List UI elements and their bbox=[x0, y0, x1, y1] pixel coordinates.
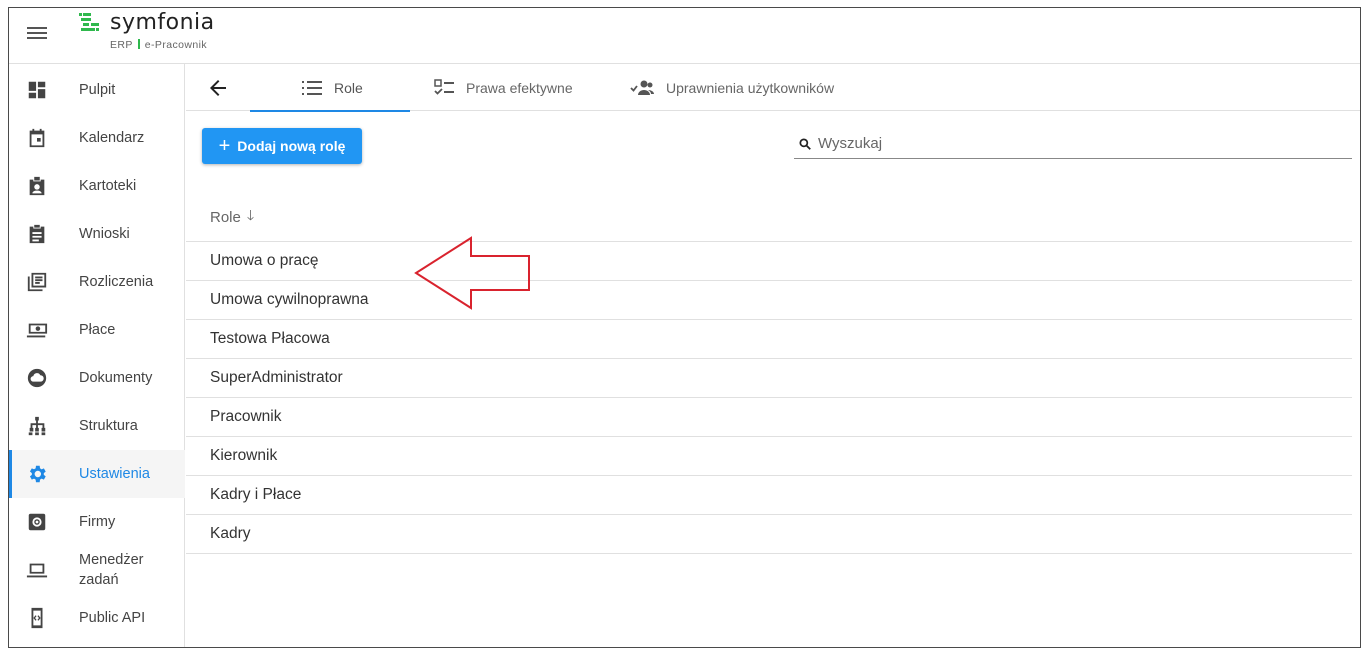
sidebar-item-kartoteki[interactable]: Kartoteki bbox=[9, 162, 185, 210]
plus-icon: + bbox=[218, 135, 231, 157]
role-name: Umowa cywilnoprawna bbox=[210, 291, 369, 308]
tab-prawa-efektywne[interactable]: Prawa efektywne bbox=[434, 64, 573, 111]
sidebar-item-firmy[interactable]: Firmy bbox=[9, 498, 185, 546]
tab-uprawnienia-uzytkownikow[interactable]: Uprawnienia użytkowników bbox=[630, 64, 834, 111]
api-icon bbox=[31, 607, 43, 629]
laptop-icon bbox=[26, 563, 48, 578]
role-name: Umowa o pracę bbox=[210, 252, 319, 269]
brand-module: e-Pracownik bbox=[144, 39, 207, 51]
sidebar-item-label: Public API bbox=[79, 610, 146, 626]
sidebar-item-label: Menedżer zadań bbox=[79, 552, 144, 588]
sidebar-item-label: Kartoteki bbox=[79, 178, 137, 194]
table-row[interactable]: Kadry bbox=[186, 515, 1352, 554]
role-name: Kadry i Płace bbox=[210, 486, 302, 503]
sidebar-item-rozliczenia[interactable]: Rozliczenia bbox=[9, 258, 185, 306]
table-header: Role 🡓 bbox=[186, 189, 1352, 242]
cloud-icon bbox=[27, 368, 47, 388]
sidebar-item-menedzer-zadan[interactable]: Menedżer zadań bbox=[9, 546, 185, 594]
role-name: Pracownik bbox=[210, 408, 282, 425]
add-role-button[interactable]: + Dodaj nową rolę bbox=[202, 128, 362, 164]
sidebar-item-label: Ustawienia bbox=[79, 466, 150, 482]
sidebar-item-label: Rozliczenia bbox=[79, 274, 154, 290]
sidebar-item-label: Kalendarz bbox=[79, 130, 145, 146]
users-check-icon bbox=[630, 80, 654, 95]
add-role-label: Dodaj nową rolę bbox=[237, 138, 346, 154]
sidebar: Pulpit Kalendarz Kartoteki Wnioski Rozli… bbox=[9, 64, 185, 647]
money-icon bbox=[26, 323, 48, 338]
role-name: Kadry bbox=[210, 525, 251, 542]
symfonia-logo-icon bbox=[79, 13, 99, 31]
sidebar-item-dokumenty[interactable]: Dokumenty bbox=[9, 354, 185, 402]
sidebar-item-label: Płace bbox=[79, 322, 116, 338]
table-row[interactable]: Testowa Płacowa bbox=[186, 320, 1352, 359]
table-row[interactable]: Kierownik bbox=[186, 437, 1352, 476]
list-document-icon bbox=[27, 272, 47, 292]
tab-label: Prawa efektywne bbox=[466, 79, 573, 96]
app-header: symfonia ERP e-Pracownik bbox=[9, 8, 1360, 64]
dashboard-icon bbox=[28, 81, 46, 99]
table-row[interactable]: Kadry i Płace bbox=[186, 476, 1352, 515]
sidebar-item-place[interactable]: Płace bbox=[9, 306, 185, 354]
sidebar-item-pulpit[interactable]: Pulpit bbox=[9, 66, 185, 114]
checklist-icon bbox=[434, 78, 454, 95]
table-row[interactable]: Pracownik bbox=[186, 398, 1352, 437]
role-name: Testowa Płacowa bbox=[210, 330, 330, 347]
badge-icon bbox=[29, 176, 45, 196]
tab-role[interactable]: Role bbox=[250, 64, 410, 112]
clipboard-icon bbox=[29, 224, 45, 244]
sidebar-item-ustawienia[interactable]: Ustawienia bbox=[9, 450, 185, 498]
back-arrow-icon[interactable] bbox=[206, 76, 230, 100]
app-window: symfonia ERP e-Pracownik Pulpit Kalendarz… bbox=[8, 7, 1361, 648]
table-row[interactable]: Umowa o pracę bbox=[186, 242, 1352, 281]
sidebar-item-wnioski[interactable]: Wnioski bbox=[9, 210, 185, 258]
org-structure-icon bbox=[28, 416, 46, 436]
brand-erp: ERP bbox=[110, 39, 133, 51]
column-header-label: Role bbox=[210, 208, 241, 226]
main-content: Role Prawa efektywne Uprawnienia użytkow… bbox=[186, 64, 1360, 647]
search-input[interactable] bbox=[818, 135, 1318, 152]
tab-bar: Role Prawa efektywne Uprawnienia użytkow… bbox=[186, 64, 1360, 112]
annotation-arrow-icon bbox=[414, 236, 530, 310]
sidebar-item-label: Firmy bbox=[79, 514, 116, 530]
sidebar-item-label: Pulpit bbox=[79, 82, 116, 98]
role-name: Kierownik bbox=[210, 447, 278, 464]
calendar-icon bbox=[29, 128, 45, 148]
list-icon bbox=[302, 80, 322, 95]
settings-box-icon bbox=[28, 513, 46, 531]
sidebar-item-label: Wnioski bbox=[79, 226, 130, 242]
search-field bbox=[794, 129, 1352, 159]
sidebar-item-kalendarz[interactable]: Kalendarz bbox=[9, 114, 185, 162]
sidebar-item-public-api[interactable]: Public API bbox=[9, 594, 185, 642]
sidebar-item-label: Struktura bbox=[79, 418, 138, 434]
gear-icon bbox=[29, 465, 46, 483]
menu-icon[interactable] bbox=[27, 24, 47, 44]
sidebar-item-struktura[interactable]: Struktura bbox=[9, 402, 185, 450]
table-row[interactable]: SuperAdministrator bbox=[186, 359, 1352, 398]
tab-label: Uprawnienia użytkowników bbox=[666, 79, 835, 96]
table-row[interactable]: Umowa cywilnoprawna bbox=[186, 281, 1352, 320]
brand-name: symfonia bbox=[110, 10, 215, 35]
brand-subtitle: ERP e-Pracownik bbox=[110, 39, 207, 51]
role-name: SuperAdministrator bbox=[210, 369, 343, 386]
tab-label: Role bbox=[334, 79, 363, 96]
column-header-role[interactable]: Role 🡓 bbox=[210, 205, 254, 229]
sort-down-icon: 🡓 bbox=[246, 207, 255, 223]
sidebar-item-label: Dokumenty bbox=[79, 370, 153, 386]
roles-table: Umowa o pracę Umowa cywilnoprawna Testow… bbox=[186, 242, 1352, 554]
search-icon bbox=[799, 137, 811, 150]
